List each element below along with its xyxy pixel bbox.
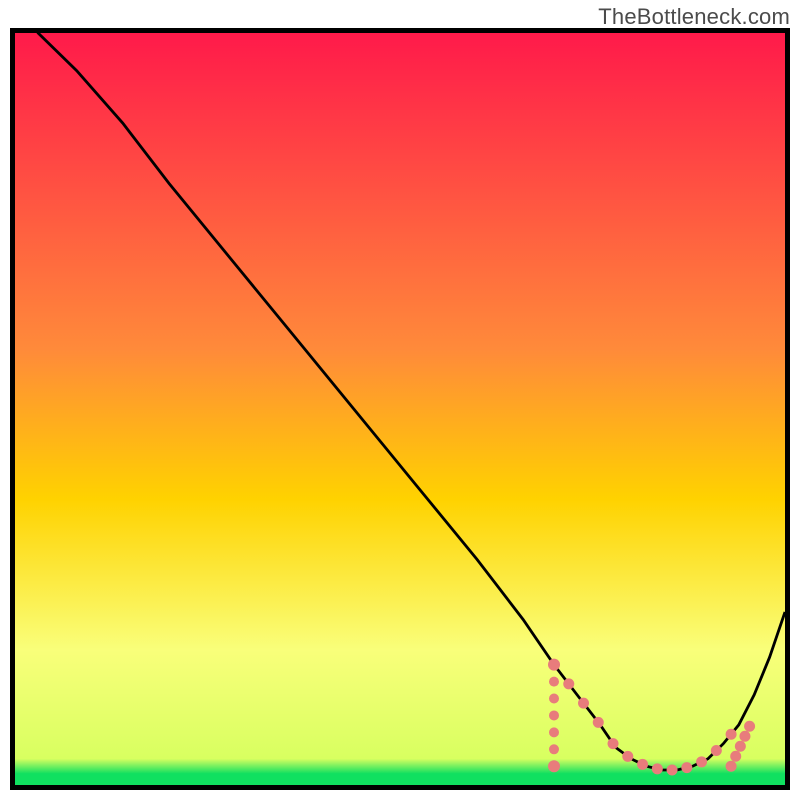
highlight-dot xyxy=(593,717,604,728)
highlight-dot xyxy=(549,659,560,670)
highlight-dot xyxy=(652,763,663,774)
highlight-dot xyxy=(549,694,559,704)
highlight-dot xyxy=(549,744,559,754)
highlight-dot xyxy=(563,678,574,689)
highlight-dot xyxy=(739,731,750,742)
plot-svg xyxy=(15,33,785,785)
highlight-dot xyxy=(667,764,678,775)
highlight-dot xyxy=(681,762,692,773)
highlight-dot xyxy=(744,721,755,732)
highlight-dot xyxy=(549,727,559,737)
watermark-text: TheBottleneck.com xyxy=(598,4,790,30)
highlight-dot xyxy=(549,710,559,720)
highlight-dot xyxy=(549,677,559,687)
highlight-dot xyxy=(696,756,707,767)
highlight-dot xyxy=(730,751,741,762)
highlight-dot xyxy=(711,745,722,756)
highlight-dot xyxy=(726,729,737,740)
plot-area xyxy=(10,28,790,790)
chart-frame: TheBottleneck.com xyxy=(0,0,800,800)
highlight-dot xyxy=(578,698,589,709)
highlight-dot xyxy=(735,741,746,752)
highlight-dot xyxy=(548,760,560,772)
highlight-dot xyxy=(622,751,633,762)
highlight-dot xyxy=(608,738,619,749)
gradient-background xyxy=(15,33,785,785)
highlight-dot xyxy=(637,759,648,770)
highlight-dot xyxy=(726,761,737,772)
